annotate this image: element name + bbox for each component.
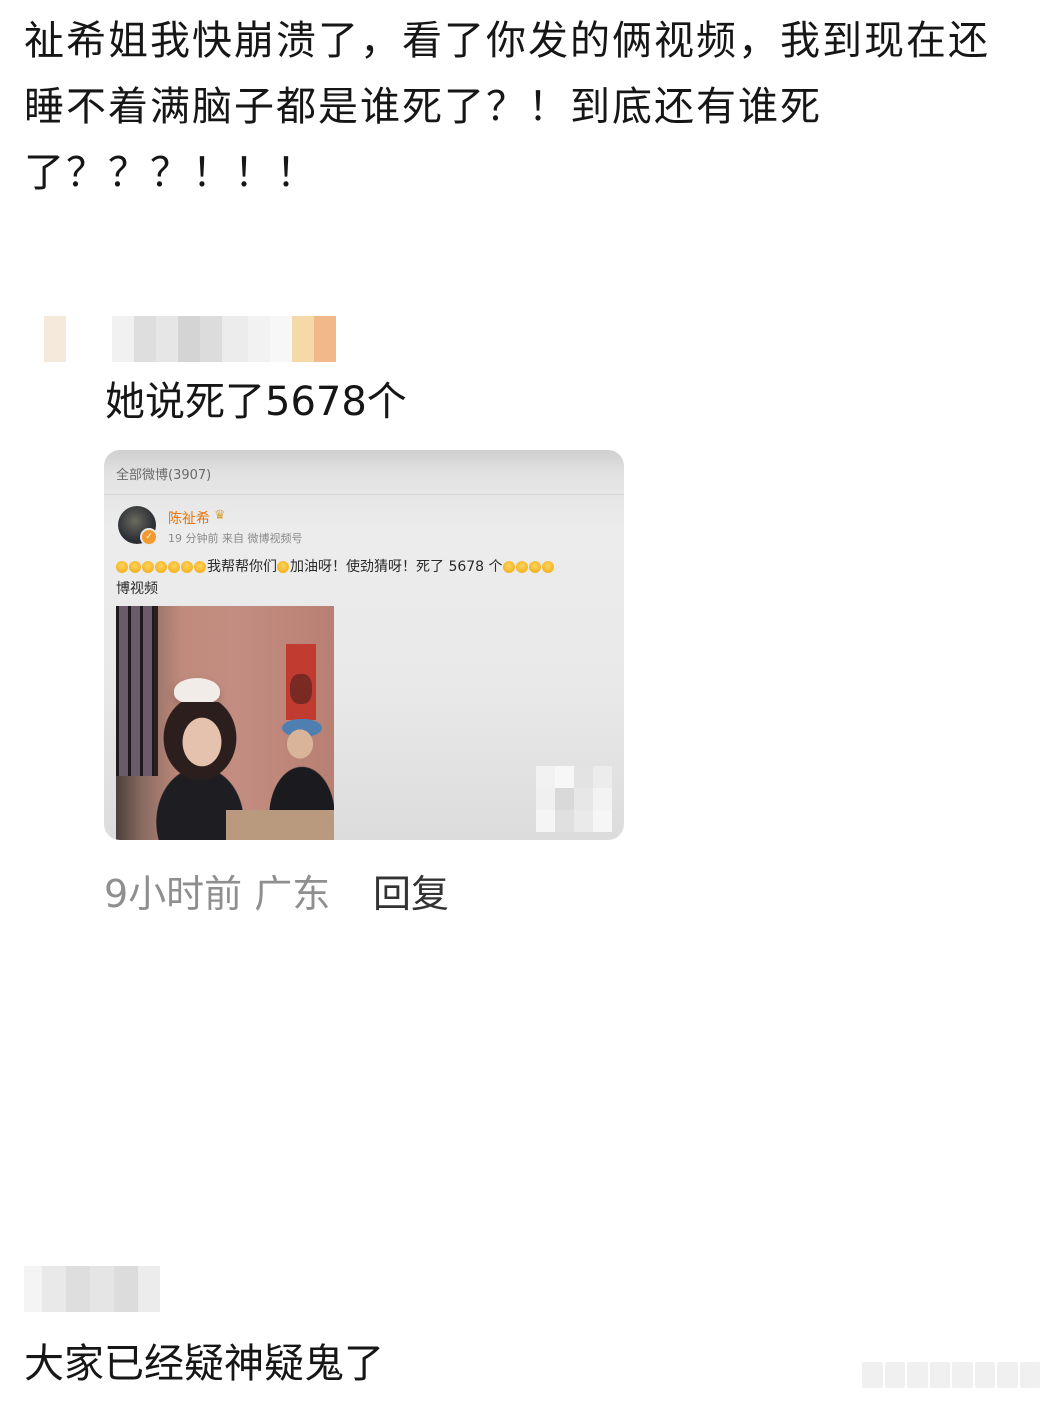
laugh-emoji-icon (168, 561, 180, 573)
laugh-emoji-icon (116, 561, 128, 573)
image-post-meta: 19 分钟前 来自 微博视频号 (168, 532, 303, 545)
laugh-emoji-icon (277, 561, 289, 573)
laugh-emoji-icon (528, 561, 541, 573)
laugh-emoji-icon (515, 561, 528, 573)
reply-image[interactable]: 全部微博(3907) ✓ 陈祉希 ♛ 19 分钟前 来自 微博视频号 我帮帮你们… (104, 450, 624, 840)
post-text: 祉希姐我快崩溃了，看了你发的俩视频，我到现在还睡不着满脑子都是谁死了？！到底还有… (24, 18, 990, 196)
image-weibo-text-line2: 博视频 (116, 581, 158, 597)
comment-author-blurred[interactable] (24, 1266, 160, 1312)
image-video-thumbnail (116, 606, 334, 840)
image-username: 陈祉希 (168, 511, 210, 527)
reply-author-blurred[interactable] (44, 316, 336, 362)
image-weibo-text-mid: 我帮帮你们 (207, 559, 277, 575)
laugh-emoji-icon (181, 561, 193, 573)
window (116, 606, 158, 776)
reply-button[interactable]: 回复 (373, 864, 449, 924)
image-avatar: ✓ (118, 506, 158, 546)
image-weibo-text-end: 加油呀！使劲猜呀！死了 5678 个 (290, 559, 503, 575)
table (226, 810, 334, 840)
poster (286, 644, 316, 720)
reply-text: 她说死了5678个 (105, 379, 407, 425)
image-watermark-blurred (536, 766, 612, 832)
reply-time-location: 9小时前 广东 (104, 872, 331, 916)
laugh-emoji-icon (541, 561, 554, 573)
comment-text: 大家已经疑神疑鬼了 (24, 1341, 384, 1387)
laugh-emoji-icon (142, 561, 154, 573)
verified-badge-icon: ✓ (140, 528, 158, 546)
source-watermark-blurred (862, 1362, 1042, 1388)
crown-icon: ♛ (214, 508, 226, 523)
laugh-emoji-icon (129, 561, 141, 573)
image-divider (104, 494, 624, 495)
lamp (174, 678, 220, 704)
image-weibo-text: 我帮帮你们 加油呀！使劲猜呀！死了 5678 个 (116, 556, 624, 578)
laugh-emoji-icon (194, 561, 206, 573)
laugh-emoji-icon (502, 561, 515, 573)
image-header-text: 全部微博(3907) (116, 468, 212, 483)
laugh-emoji-icon (155, 561, 167, 573)
